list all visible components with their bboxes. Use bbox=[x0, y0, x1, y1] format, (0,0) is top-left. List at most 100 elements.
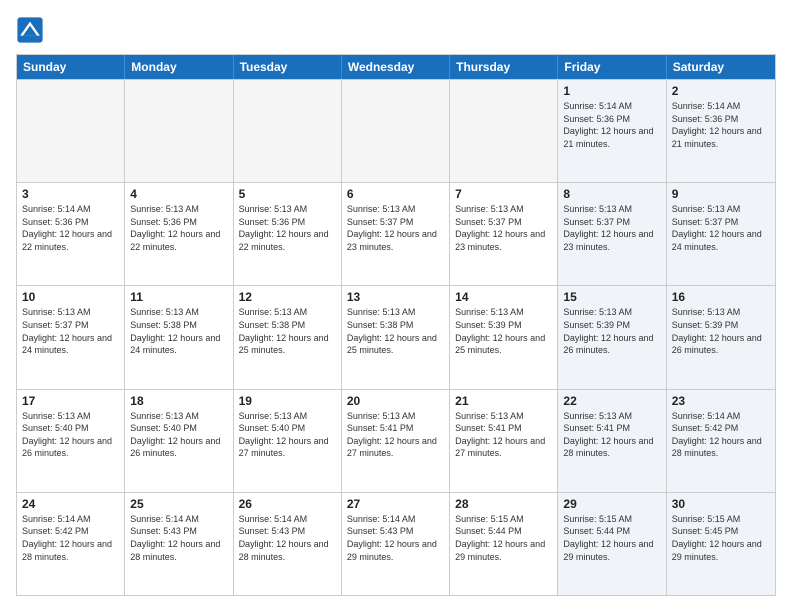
day-number: 28 bbox=[455, 497, 552, 511]
logo-icon bbox=[16, 16, 44, 44]
day-number: 6 bbox=[347, 187, 444, 201]
cell-info: Sunrise: 5:15 AMSunset: 5:44 PMDaylight:… bbox=[455, 513, 552, 563]
day-number: 26 bbox=[239, 497, 336, 511]
cal-cell-25: 25 Sunrise: 5:14 AMSunset: 5:43 PMDayligh… bbox=[125, 493, 233, 595]
logo bbox=[16, 16, 48, 44]
cal-cell-20: 20 Sunrise: 5:13 AMSunset: 5:41 PMDayligh… bbox=[342, 390, 450, 492]
day-number: 1 bbox=[563, 84, 660, 98]
cal-cell-21: 21Sunrise: 5:13 AMSunset: 5:41 PMDayligh… bbox=[450, 390, 558, 492]
day-number: 3 bbox=[22, 187, 119, 201]
cal-cell-27: 27 Sunrise: 5:14 AMSunset: 5:43 PMDayligh… bbox=[342, 493, 450, 595]
day-number: 15 bbox=[563, 290, 660, 304]
day-number: 5 bbox=[239, 187, 336, 201]
cell-info: Sunrise: 5:13 AMSunset: 5:37 PMDaylight:… bbox=[672, 203, 770, 253]
cell-info: Sunrise: 5:13 AMSunset: 5:37 PMDaylight:… bbox=[347, 203, 444, 253]
day-number: 25 bbox=[130, 497, 227, 511]
day-number: 30 bbox=[672, 497, 770, 511]
day-number: 10 bbox=[22, 290, 119, 304]
cal-cell-16: 16 Sunrise: 5:13 AMSunset: 5:39 PMDayligh… bbox=[667, 286, 775, 388]
cal-cell-18: 18 Sunrise: 5:13 AMSunset: 5:40 PMDayligh… bbox=[125, 390, 233, 492]
cal-cell-empty-0-0 bbox=[17, 80, 125, 182]
day-number: 7 bbox=[455, 187, 552, 201]
cell-info: Sunrise: 5:15 AMSunset: 5:44 PMDaylight:… bbox=[563, 513, 660, 563]
cal-cell-17: 17Sunrise: 5:13 AMSunset: 5:40 PMDayligh… bbox=[17, 390, 125, 492]
cal-cell-4: 4 Sunrise: 5:13 AMSunset: 5:36 PMDaylight… bbox=[125, 183, 233, 285]
header-cell-sunday: Sunday bbox=[17, 55, 125, 79]
cell-info: Sunrise: 5:15 AMSunset: 5:45 PMDaylight:… bbox=[672, 513, 770, 563]
cal-cell-1: 1 Sunrise: 5:14 AMSunset: 5:36 PMDaylight… bbox=[558, 80, 666, 182]
calendar-header: SundayMondayTuesdayWednesdayThursdayFrid… bbox=[17, 55, 775, 79]
cal-cell-empty-0-4 bbox=[450, 80, 558, 182]
cell-info: Sunrise: 5:14 AMSunset: 5:43 PMDaylight:… bbox=[239, 513, 336, 563]
cell-info: Sunrise: 5:14 AMSunset: 5:36 PMDaylight:… bbox=[563, 100, 660, 150]
day-number: 13 bbox=[347, 290, 444, 304]
cal-cell-28: 28 Sunrise: 5:15 AMSunset: 5:44 PMDayligh… bbox=[450, 493, 558, 595]
cal-cell-26: 26 Sunrise: 5:14 AMSunset: 5:43 PMDayligh… bbox=[234, 493, 342, 595]
cal-cell-12: 12 Sunrise: 5:13 AMSunset: 5:38 PMDayligh… bbox=[234, 286, 342, 388]
cal-row-3: 17 Sunrise: 5:13 AMSunset: 5:40 PMDayligh… bbox=[17, 389, 775, 492]
header-cell-wednesday: Wednesday bbox=[342, 55, 450, 79]
header bbox=[16, 16, 776, 44]
cell-info: Sunrise: 5:14 AMSunset: 5:36 PMDaylight:… bbox=[22, 203, 119, 253]
cell-info: Sunrise: 5:13 AMSunset: 5:36 PMDaylight:… bbox=[239, 203, 336, 253]
day-number: 29 bbox=[563, 497, 660, 511]
cal-cell-10: 10 Sunrise: 5:13 AMSunset: 5:37 PMDayligh… bbox=[17, 286, 125, 388]
cal-cell-29: 29 Sunrise: 5:15 AMSunset: 5:44 PMDayligh… bbox=[558, 493, 666, 595]
cal-cell-9: 9 Sunrise: 5:13 AMSunset: 5:37 PMDaylight… bbox=[667, 183, 775, 285]
cell-info: Sunrise: 5:14 AMSunset: 5:43 PMDaylight:… bbox=[347, 513, 444, 563]
day-number: 12 bbox=[239, 290, 336, 304]
cal-cell-14: 14Sunrise: 5:13 AMSunset: 5:39 PMDayligh… bbox=[450, 286, 558, 388]
cell-info: Sunrise: 5:13 AMSunset: 5:39 PMDaylight:… bbox=[672, 306, 770, 356]
cell-info: Sunrise: 5:13 AMSunset: 5:37 PMDaylight:… bbox=[563, 203, 660, 253]
header-cell-tuesday: Tuesday bbox=[234, 55, 342, 79]
day-number: 20 bbox=[347, 394, 444, 408]
cal-cell-6: 6 Sunrise: 5:13 AMSunset: 5:37 PMDaylight… bbox=[342, 183, 450, 285]
cal-cell-30: 30 Sunrise: 5:15 AMSunset: 5:45 PMDayligh… bbox=[667, 493, 775, 595]
header-cell-monday: Monday bbox=[125, 55, 233, 79]
cal-cell-empty-0-3 bbox=[342, 80, 450, 182]
day-number: 23 bbox=[672, 394, 770, 408]
cell-info: Sunrise: 5:14 AMSunset: 5:42 PMDaylight:… bbox=[672, 410, 770, 460]
header-cell-saturday: Saturday bbox=[667, 55, 775, 79]
cell-info: Sunrise: 5:13 AMSunset: 5:40 PMDaylight:… bbox=[239, 410, 336, 460]
cell-info: Sunrise: 5:13 AMSunset: 5:37 PMDaylight:… bbox=[455, 203, 552, 253]
header-cell-thursday: Thursday bbox=[450, 55, 558, 79]
day-number: 2 bbox=[672, 84, 770, 98]
cal-cell-5: 5 Sunrise: 5:13 AMSunset: 5:36 PMDaylight… bbox=[234, 183, 342, 285]
cell-info: Sunrise: 5:14 AMSunset: 5:43 PMDaylight:… bbox=[130, 513, 227, 563]
day-number: 4 bbox=[130, 187, 227, 201]
cell-info: Sunrise: 5:13 AMSunset: 5:40 PMDaylight:… bbox=[130, 410, 227, 460]
cell-info: Sunrise: 5:13 AMSunset: 5:37 PMDaylight:… bbox=[22, 306, 119, 356]
cell-info: Sunrise: 5:13 AMSunset: 5:36 PMDaylight:… bbox=[130, 203, 227, 253]
calendar-body: 1 Sunrise: 5:14 AMSunset: 5:36 PMDaylight… bbox=[17, 79, 775, 595]
cell-info: Sunrise: 5:13 AMSunset: 5:41 PMDaylight:… bbox=[563, 410, 660, 460]
day-number: 9 bbox=[672, 187, 770, 201]
cell-info: Sunrise: 5:13 AMSunset: 5:41 PMDaylight:… bbox=[455, 410, 552, 460]
day-number: 11 bbox=[130, 290, 227, 304]
cal-cell-7: 7 Sunrise: 5:13 AMSunset: 5:37 PMDaylight… bbox=[450, 183, 558, 285]
cal-cell-19: 19Sunrise: 5:13 AMSunset: 5:40 PMDayligh… bbox=[234, 390, 342, 492]
cell-info: Sunrise: 5:13 AMSunset: 5:41 PMDaylight:… bbox=[347, 410, 444, 460]
day-number: 17 bbox=[22, 394, 119, 408]
cell-info: Sunrise: 5:13 AMSunset: 5:39 PMDaylight:… bbox=[563, 306, 660, 356]
cell-info: Sunrise: 5:14 AMSunset: 5:42 PMDaylight:… bbox=[22, 513, 119, 563]
page: SundayMondayTuesdayWednesdayThursdayFrid… bbox=[0, 0, 792, 612]
cal-row-0: 1 Sunrise: 5:14 AMSunset: 5:36 PMDaylight… bbox=[17, 79, 775, 182]
day-number: 22 bbox=[563, 394, 660, 408]
cal-cell-2: 2Sunrise: 5:14 AMSunset: 5:36 PMDaylight… bbox=[667, 80, 775, 182]
day-number: 27 bbox=[347, 497, 444, 511]
cell-info: Sunrise: 5:13 AMSunset: 5:38 PMDaylight:… bbox=[239, 306, 336, 356]
cell-info: Sunrise: 5:13 AMSunset: 5:38 PMDaylight:… bbox=[130, 306, 227, 356]
cal-cell-3: 3 Sunrise: 5:14 AMSunset: 5:36 PMDaylight… bbox=[17, 183, 125, 285]
day-number: 14 bbox=[455, 290, 552, 304]
cal-cell-23: 23 Sunrise: 5:14 AMSunset: 5:42 PMDayligh… bbox=[667, 390, 775, 492]
day-number: 24 bbox=[22, 497, 119, 511]
day-number: 18 bbox=[130, 394, 227, 408]
cal-cell-15: 15 Sunrise: 5:13 AMSunset: 5:39 PMDayligh… bbox=[558, 286, 666, 388]
cal-row-2: 10 Sunrise: 5:13 AMSunset: 5:37 PMDayligh… bbox=[17, 285, 775, 388]
day-number: 16 bbox=[672, 290, 770, 304]
cal-cell-empty-0-1 bbox=[125, 80, 233, 182]
cal-cell-11: 11 Sunrise: 5:13 AMSunset: 5:38 PMDayligh… bbox=[125, 286, 233, 388]
cal-cell-22: 22 Sunrise: 5:13 AMSunset: 5:41 PMDayligh… bbox=[558, 390, 666, 492]
cal-cell-8: 8Sunrise: 5:13 AMSunset: 5:37 PMDaylight… bbox=[558, 183, 666, 285]
